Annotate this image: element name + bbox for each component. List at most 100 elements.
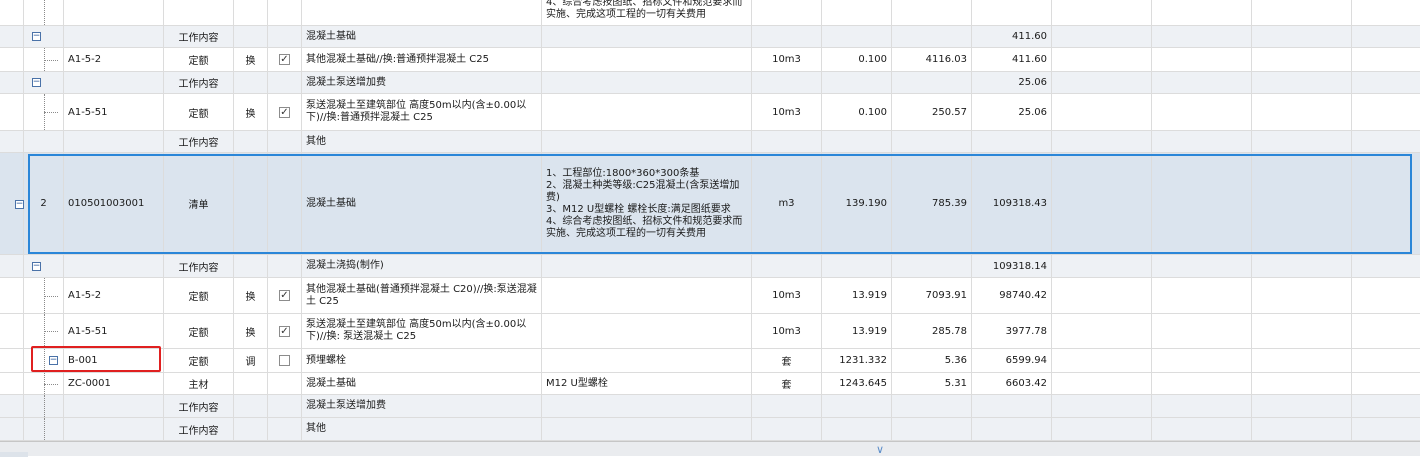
collapse-icon[interactable]: − [32, 78, 41, 87]
row-type: 工作内容 [164, 255, 234, 277]
double-chevron-down-icon[interactable]: ∨ [876, 443, 884, 456]
row-type: 定额 [164, 278, 234, 313]
unit: 10m3 [752, 94, 822, 130]
item-code: A1-5-2 [64, 48, 164, 71]
table-row[interactable]: − 工作内容 混凝土基础 411.60 [0, 26, 1420, 48]
row-index: 2 [24, 153, 64, 254]
row-checkbox[interactable]: ✓ [279, 325, 290, 337]
table-row[interactable]: 4、综合考虑按图纸、招标文件和规范要求而实施、完成这项工程的一切有关费用 [0, 0, 1420, 26]
item-code: A1-5-51 [64, 314, 164, 348]
item-spec: M12 U型螺栓 [542, 373, 752, 394]
table-row[interactable]: 工作内容 其他 [0, 418, 1420, 441]
unit: m3 [752, 153, 822, 254]
row-checkbox[interactable]: ✓ [279, 290, 290, 301]
table-row[interactable]: − 工作内容 混凝土浇捣(制作) 109318.14 [0, 255, 1420, 278]
item-name: 其他 [302, 131, 542, 152]
item-name: 混凝土基础 [302, 153, 542, 254]
table-row[interactable]: A1-5-2 定额 换 ✓ 其他混凝土基础//换:普通预拌混凝土 C25 10m… [0, 48, 1420, 72]
item-name: 混凝土泵送增加费 [302, 395, 542, 417]
item-name: 泵送混凝土至建筑部位 高度50m以内(含±0.00以下)//换: 泵送混凝土 C… [302, 314, 542, 348]
collapse-icon[interactable]: − [49, 356, 58, 365]
unit-price: 250.57 [892, 94, 972, 130]
quantity: 0.100 [822, 48, 892, 71]
item-name: 混凝土泵送增加费 [302, 72, 542, 93]
swap-flag: 调 [234, 349, 268, 372]
row-type: 定额 [164, 48, 234, 71]
splitter-tab [0, 452, 28, 457]
row-type: 主材 [164, 373, 234, 394]
table-row[interactable]: − 工作内容 混凝土泵送增加费 25.06 [0, 72, 1420, 94]
total-amount: 98740.42 [972, 278, 1052, 313]
unit-price: 4116.03 [892, 48, 972, 71]
unit: 套 [752, 349, 822, 372]
collapse-icon[interactable]: − [15, 200, 24, 209]
row-type: 工作内容 [164, 131, 234, 152]
item-name: 其他混凝土基础//换:普通预拌混凝土 C25 [302, 48, 542, 71]
item-code: A1-5-2 [64, 278, 164, 313]
total-amount: 109318.43 [972, 153, 1052, 254]
total-amount: 411.60 [972, 48, 1052, 71]
item-name: 泵送混凝土至建筑部位 高度50m以内(含±0.00以下)//换:普通预拌混凝土 … [302, 94, 542, 130]
row-checkbox[interactable] [279, 355, 290, 366]
total-amount: 411.60 [972, 26, 1052, 47]
row-checkbox[interactable]: ✓ [279, 54, 290, 65]
unit-price: 5.36 [892, 349, 972, 372]
item-name: 预埋螺栓 [302, 349, 542, 372]
unit: 套 [752, 373, 822, 394]
table-row[interactable]: ZC-0001 主材 混凝土基础 M12 U型螺栓 套 1243.645 5.3… [0, 373, 1420, 395]
swap-flag: 换 [234, 314, 268, 348]
total-amount: 3977.78 [972, 314, 1052, 348]
item-name: 其他混凝土基础(普通预拌混凝土 C20)//换:泵送混凝土 C25 [302, 278, 542, 313]
row-type: 定额 [164, 94, 234, 130]
item-description: 4、综合考虑按图纸、招标文件和规范要求而实施、完成这项工程的一切有关费用 [542, 0, 752, 25]
item-code: 010501003001 [64, 153, 164, 254]
splitter-bar[interactable]: ∨ [0, 441, 1420, 457]
unit-price: 7093.91 [892, 278, 972, 313]
swap-flag: 换 [234, 94, 268, 130]
item-code: A1-5-51 [64, 94, 164, 130]
table-row[interactable]: A1-5-51 定额 换 ✓ 泵送混凝土至建筑部位 高度50m以内(含±0.00… [0, 314, 1420, 349]
row-type: 工作内容 [164, 418, 234, 440]
quantity: 1243.645 [822, 373, 892, 394]
total-amount: 6599.94 [972, 349, 1052, 372]
row-type: 定额 [164, 314, 234, 348]
row-type: 工作内容 [164, 72, 234, 93]
quantity: 0.100 [822, 94, 892, 130]
item-name: 混凝土基础 [302, 373, 542, 394]
table-row[interactable]: − B-001 定额 调 预埋螺栓 套 1231.332 5.36 6599.9… [0, 349, 1420, 373]
item-name: 其他 [302, 418, 542, 440]
table-row-selected[interactable]: − 2 010501003001 清单 混凝土基础 1、工程部位:1800*36… [0, 153, 1420, 255]
unit-price: 785.39 [892, 153, 972, 254]
swap-flag: 换 [234, 48, 268, 71]
item-name: 混凝土浇捣(制作) [302, 255, 542, 277]
total-amount: 25.06 [972, 94, 1052, 130]
row-type: 工作内容 [164, 26, 234, 47]
quantity: 13.919 [822, 278, 892, 313]
collapse-icon[interactable]: − [32, 32, 41, 41]
quantity: 13.919 [822, 314, 892, 348]
item-name: 混凝土基础 [302, 26, 542, 47]
unit: 10m3 [752, 314, 822, 348]
item-description: 1、工程部位:1800*360*300条基 2、混凝土种类等级:C25混凝土(含… [542, 153, 752, 254]
total-amount: 109318.14 [972, 255, 1052, 277]
quantity: 139.190 [822, 153, 892, 254]
quantity: 1231.332 [822, 349, 892, 372]
table-row[interactable]: 工作内容 混凝土泵送增加费 [0, 395, 1420, 418]
item-code: ZC-0001 [64, 373, 164, 394]
total-amount: 6603.42 [972, 373, 1052, 394]
row-type: 定额 [164, 349, 234, 372]
swap-flag: 换 [234, 278, 268, 313]
row-checkbox[interactable]: ✓ [279, 106, 290, 118]
row-type: 工作内容 [164, 395, 234, 417]
total-amount: 25.06 [972, 72, 1052, 93]
collapse-icon[interactable]: − [32, 262, 41, 271]
table-row[interactable]: A1-5-51 定额 换 ✓ 泵送混凝土至建筑部位 高度50m以内(含±0.00… [0, 94, 1420, 131]
unit-price: 5.31 [892, 373, 972, 394]
unit: 10m3 [752, 48, 822, 71]
table-row[interactable]: A1-5-2 定额 换 ✓ 其他混凝土基础(普通预拌混凝土 C20)//换:泵送… [0, 278, 1420, 314]
unit-price: 285.78 [892, 314, 972, 348]
table-row[interactable]: 工作内容 其他 [0, 131, 1420, 153]
item-code: B-001 [64, 349, 164, 372]
row-type: 清单 [164, 153, 234, 254]
unit: 10m3 [752, 278, 822, 313]
